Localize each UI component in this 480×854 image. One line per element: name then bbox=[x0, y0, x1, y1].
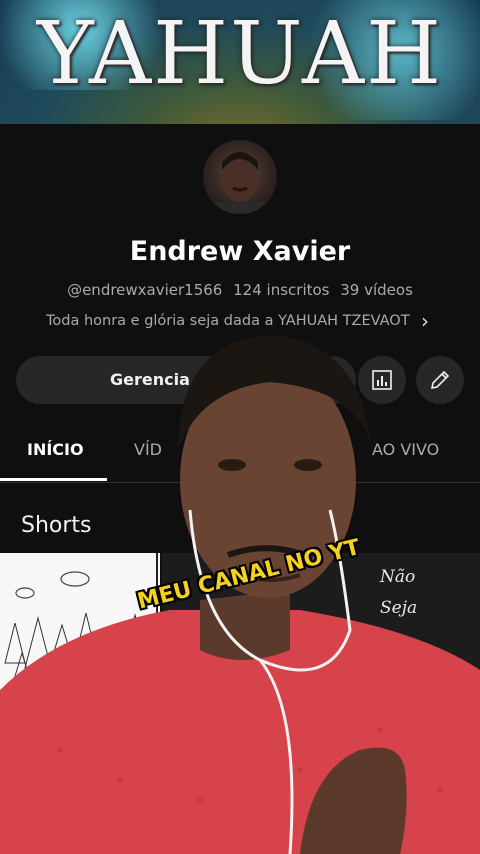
video-count: 39 vídeos bbox=[340, 281, 413, 299]
creator-video-overlay bbox=[0, 335, 480, 854]
channel-avatar[interactable] bbox=[203, 140, 277, 214]
channel-handle: @endrewxavier1566 bbox=[67, 281, 223, 299]
channel-meta: @endrewxavier1566 124 inscritos 39 vídeo… bbox=[0, 281, 480, 299]
subscriber-count: 124 inscritos bbox=[233, 281, 330, 299]
channel-description[interactable]: Toda honra e glória seja dada a YAHUAH T… bbox=[46, 313, 410, 329]
channel-name: Endrew Xavier bbox=[129, 236, 351, 267]
banner-title: YAHUAH bbox=[36, 4, 444, 104]
channel-banner: YAHUAH bbox=[0, 0, 480, 124]
